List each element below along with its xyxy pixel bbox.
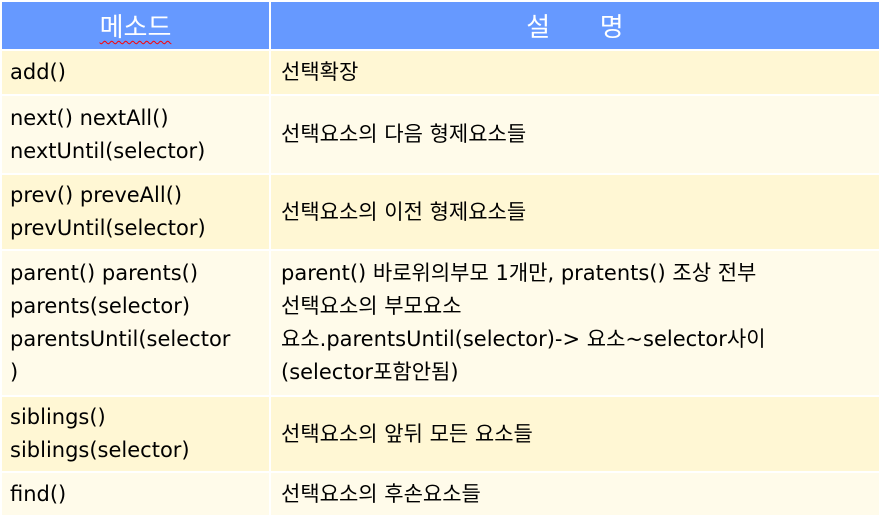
method-text: find(): [10, 481, 67, 506]
header-description: 설 명: [269, 0, 879, 51]
method-text: parents(selector): [10, 294, 191, 318]
description-cell: 선택요소의 다음 형제요소들: [269, 94, 879, 175]
method-text: nextUntil(selector): [10, 138, 206, 163]
table-row: parent() parents() parents(selector) paren…: [0, 249, 879, 397]
method-text: ): [10, 360, 19, 384]
header-method-label: 메소드: [99, 13, 172, 43]
description-text: 선택요소의 후손요소들: [281, 481, 481, 506]
description-cell: 선택요소의 후손요소들: [269, 471, 879, 517]
description-cell: 선택확장: [269, 49, 879, 96]
method-cell: add(): [0, 49, 271, 96]
description-cell: parent() 바로위의부모 1개만, pratents() 조상 전부선택요…: [269, 249, 879, 397]
description-text: 요소.parentsUntil(selector)-> 요소~selector사…: [281, 327, 766, 351]
header-row: 메소드 설 명: [0, 0, 879, 51]
table-row: siblings() siblings(selector) 선택요소의 앞뒤 모든 …: [0, 395, 879, 473]
description-text: parent() 바로위의부모 1개만, pratents() 조상 전부: [281, 261, 757, 285]
method-text: prev() preveAll(): [10, 183, 183, 207]
method-cell: prev() preveAll() prevUntil(selector): [0, 173, 271, 251]
method-text: prevUntil(selector): [10, 216, 206, 240]
description-text: 선택요소의 앞뒤 모든 요소들: [281, 421, 533, 446]
method-cell: parent() parents() parents(selector) paren…: [0, 249, 271, 397]
method-cell: siblings() siblings(selector): [0, 395, 271, 473]
method-text: siblings(selector): [10, 438, 190, 462]
description-text: 선택요소의 이전 형제요소들: [281, 199, 527, 224]
table-row: prev() preveAll() prevUntil(selector) 선택요소…: [0, 173, 879, 251]
description-cell: 선택요소의 앞뒤 모든 요소들: [269, 395, 879, 473]
table-row: next() nextAll() nextUntil(selector) 선택요소의…: [0, 94, 879, 175]
description-text: 선택확장: [281, 60, 359, 84]
methods-table: 메소드 설 명 add() 선택확장 next() nextAll() nextUnt…: [0, 0, 879, 517]
description-cell: 선택요소의 이전 형제요소들: [269, 173, 879, 251]
method-cell: next() nextAll() nextUntil(selector): [0, 94, 271, 175]
header-description-label: 설 명: [526, 13, 624, 43]
method-text: next() nextAll(): [10, 105, 169, 130]
description-text: 선택요소의 다음 형제요소들: [281, 122, 527, 146]
method-text: parent() parents(): [10, 261, 199, 285]
method-text: parentsUntil(selector: [10, 327, 231, 351]
description-text: (selector포함안됨): [281, 360, 459, 384]
method-text: add(): [10, 60, 66, 84]
method-cell: find(): [0, 471, 271, 517]
description-text: 선택요소의 부모요소: [281, 294, 462, 318]
header-method: 메소드: [0, 0, 271, 51]
method-text: siblings(): [10, 405, 106, 429]
table-row: find() 선택요소의 후손요소들: [0, 471, 879, 517]
table-row: add() 선택확장: [0, 49, 879, 96]
